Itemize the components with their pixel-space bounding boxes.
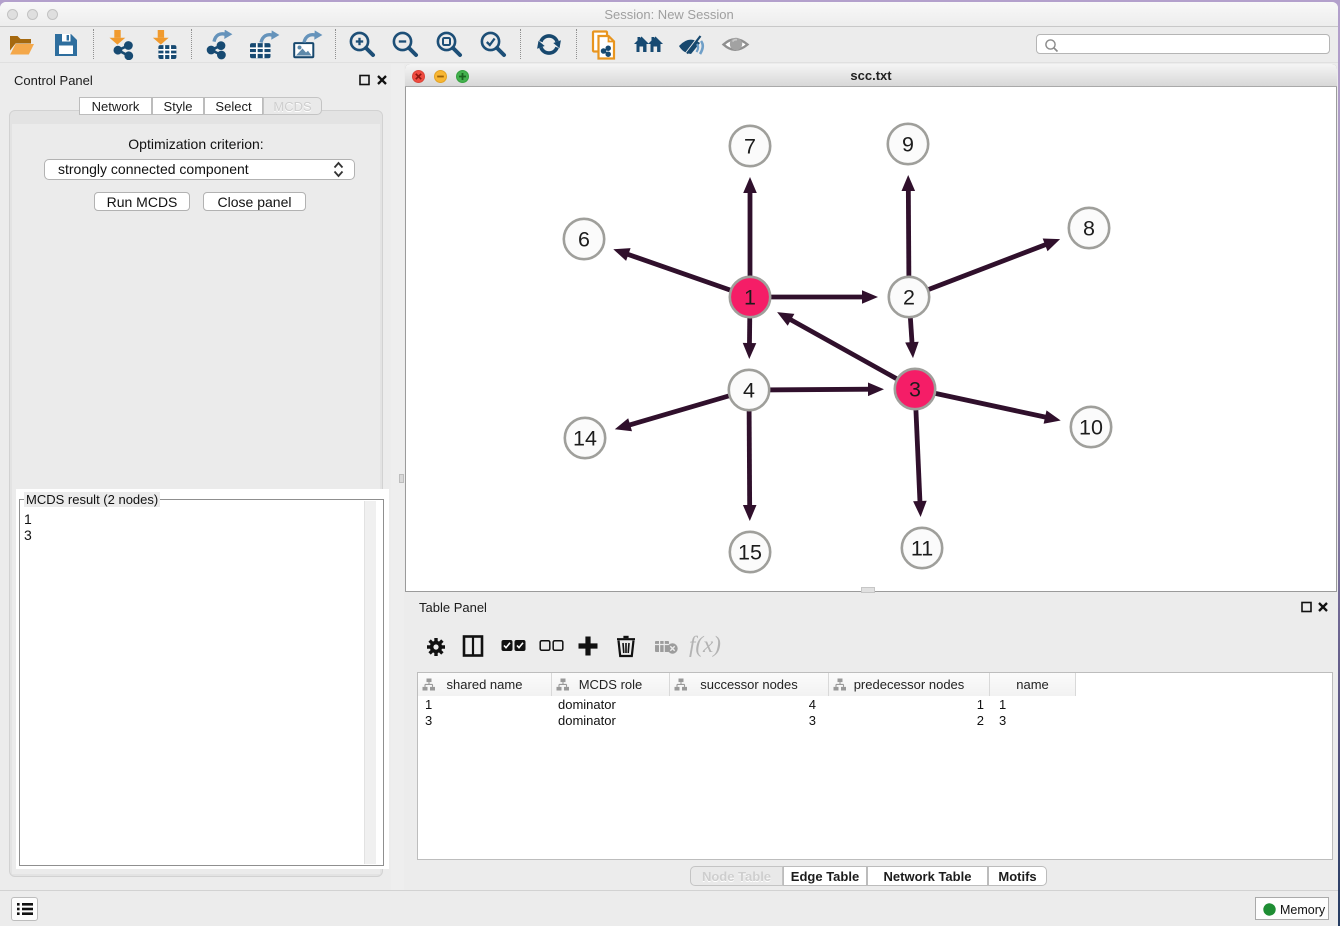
svg-text:8: 8 xyxy=(1083,217,1095,241)
svg-text:1: 1 xyxy=(744,286,756,310)
svg-text:15: 15 xyxy=(738,541,762,565)
svg-text:6: 6 xyxy=(578,228,590,252)
svg-text:7: 7 xyxy=(744,135,756,159)
svg-text:10: 10 xyxy=(1079,416,1103,440)
svg-text:3: 3 xyxy=(909,378,921,402)
svg-text:14: 14 xyxy=(573,427,597,451)
svg-text:11: 11 xyxy=(911,537,933,561)
svg-text:9: 9 xyxy=(902,133,914,157)
svg-text:2: 2 xyxy=(903,286,915,310)
svg-text:4: 4 xyxy=(743,379,755,403)
